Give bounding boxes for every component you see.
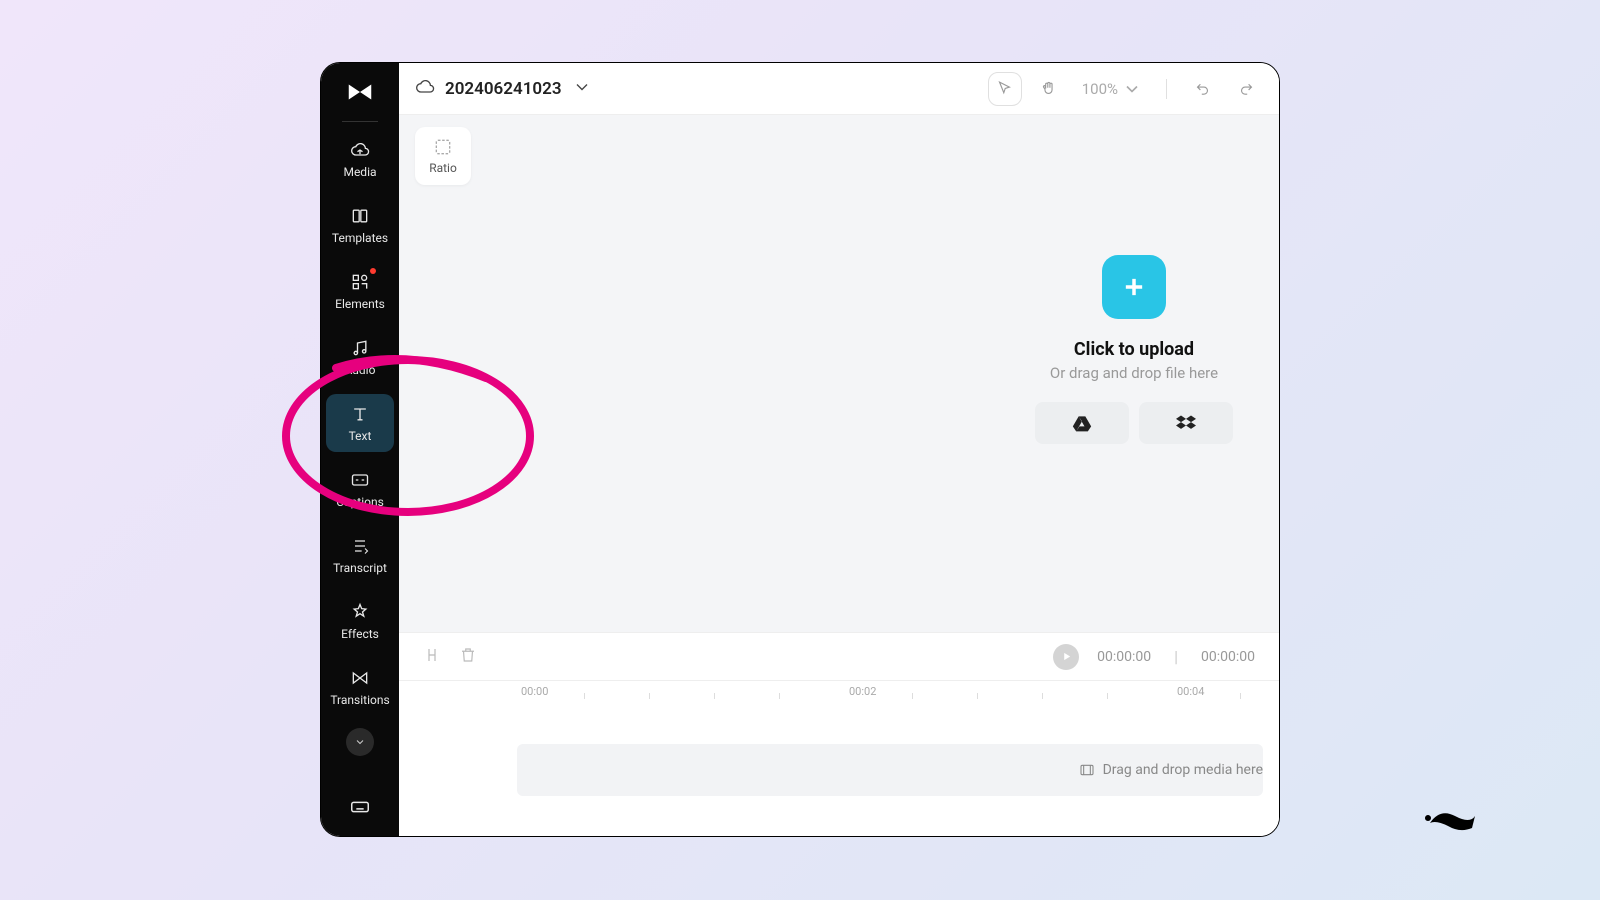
google-drive-icon	[1072, 414, 1092, 432]
sidebar-more-button[interactable]	[346, 728, 374, 756]
chevron-down-icon	[572, 77, 592, 97]
app-logo-icon	[345, 77, 375, 107]
project-title[interactable]: 202406241023	[445, 79, 562, 99]
sidebar-item-audio[interactable]: Audio	[326, 328, 394, 386]
audio-icon	[349, 337, 371, 359]
track-placeholder[interactable]: Drag and drop media here	[517, 744, 1263, 796]
redo-icon	[1238, 80, 1255, 97]
cloud-upload-icon	[349, 139, 371, 161]
ruler-mark: 00:00	[521, 685, 548, 698]
undo-button[interactable]	[1185, 72, 1219, 106]
chevron-down-icon	[1122, 79, 1142, 99]
split-button[interactable]	[423, 646, 441, 668]
main-area: 202406241023 100% Ratio Click to u	[399, 63, 1279, 836]
upload-panel: Click to upload Or drag and drop file he…	[1019, 255, 1249, 444]
sidebar-item-label: Transcript	[333, 561, 387, 575]
sidebar-item-label: Text	[349, 429, 372, 443]
zoom-dropdown[interactable]: 100%	[1082, 79, 1142, 99]
transitions-icon	[349, 667, 371, 689]
sidebar-item-label: Transitions	[330, 693, 389, 707]
app-window: Media Templates Elements Audio Text Capt…	[320, 62, 1280, 837]
sidebar-item-effects[interactable]: Effects	[326, 592, 394, 650]
split-icon	[423, 646, 441, 664]
sidebar-item-templates[interactable]: Templates	[326, 196, 394, 254]
current-time: 00:00:00	[1097, 649, 1151, 665]
sidebar-keyboard-button[interactable]	[349, 796, 371, 822]
notification-dot-icon	[370, 268, 376, 274]
plus-icon	[1120, 273, 1148, 301]
sidebar-item-label: Audio	[345, 363, 376, 377]
media-icon	[1079, 762, 1095, 778]
dropbox-button[interactable]	[1139, 402, 1233, 444]
sidebar-item-label: Elements	[335, 297, 385, 311]
google-drive-button[interactable]	[1035, 402, 1129, 444]
chevron-down-icon	[354, 736, 366, 748]
upload-title: Click to upload	[1074, 339, 1194, 360]
cursor-icon	[996, 80, 1013, 97]
hand-tool-button[interactable]	[1032, 72, 1066, 106]
zoom-value: 100%	[1082, 80, 1118, 98]
track-hint: Drag and drop media here	[1103, 762, 1263, 778]
time-separator: |	[1174, 647, 1178, 666]
topbar: 202406241023 100%	[399, 63, 1279, 115]
effects-icon	[349, 601, 371, 623]
sidebar-item-label: Captions	[336, 495, 384, 509]
sidebar-item-elements[interactable]: Elements	[326, 262, 394, 320]
sidebar-item-label: Media	[343, 165, 376, 179]
undo-icon	[1194, 80, 1211, 97]
timeline-toolbar: 00:00:00 | 00:00:00	[399, 632, 1279, 680]
ruler-mark: 00:04	[1177, 685, 1204, 698]
elements-icon	[349, 271, 371, 293]
sidebar: Media Templates Elements Audio Text Capt…	[321, 63, 399, 836]
sidebar-item-transitions[interactable]: Transitions	[326, 658, 394, 716]
trash-icon	[459, 646, 477, 664]
play-icon	[1061, 651, 1072, 662]
cursor-tool-button[interactable]	[988, 72, 1022, 106]
upload-button[interactable]	[1102, 255, 1166, 319]
ratio-label: Ratio	[429, 161, 457, 175]
transcript-icon	[349, 535, 371, 557]
sidebar-item-media[interactable]: Media	[326, 130, 394, 188]
total-time: 00:00:00	[1201, 649, 1255, 665]
sidebar-item-captions[interactable]: Captions	[326, 460, 394, 518]
sidebar-item-transcript[interactable]: Transcript	[326, 526, 394, 584]
sidebar-item-label: Templates	[332, 231, 388, 245]
timeline-ruler[interactable]: 00:00 00:02 00:04	[399, 680, 1279, 706]
project-dropdown-button[interactable]	[572, 77, 592, 101]
cloud-import-row	[1035, 402, 1233, 444]
delete-button[interactable]	[459, 646, 477, 668]
upload-subtitle: Or drag and drop file here	[1050, 364, 1218, 382]
timeline-tracks[interactable]: Drag and drop media here	[399, 706, 1279, 836]
sidebar-item-text[interactable]: Text	[326, 394, 394, 452]
captions-icon	[349, 469, 371, 491]
ratio-icon	[433, 137, 453, 157]
hand-icon	[1040, 80, 1057, 97]
text-icon	[349, 403, 371, 425]
cloud-icon	[415, 77, 435, 101]
sidebar-item-label: Effects	[341, 627, 379, 641]
ratio-button[interactable]: Ratio	[415, 127, 471, 185]
ruler-mark: 00:02	[849, 685, 876, 698]
keyboard-icon	[349, 796, 371, 818]
watermark-icon	[1420, 798, 1480, 838]
templates-icon	[349, 205, 371, 227]
divider	[342, 121, 378, 122]
play-button[interactable]	[1053, 644, 1079, 670]
divider	[1166, 79, 1167, 99]
canvas-area[interactable]: Ratio Click to upload Or drag and drop f…	[399, 115, 1279, 632]
redo-button[interactable]	[1229, 72, 1263, 106]
dropbox-icon	[1176, 414, 1196, 432]
